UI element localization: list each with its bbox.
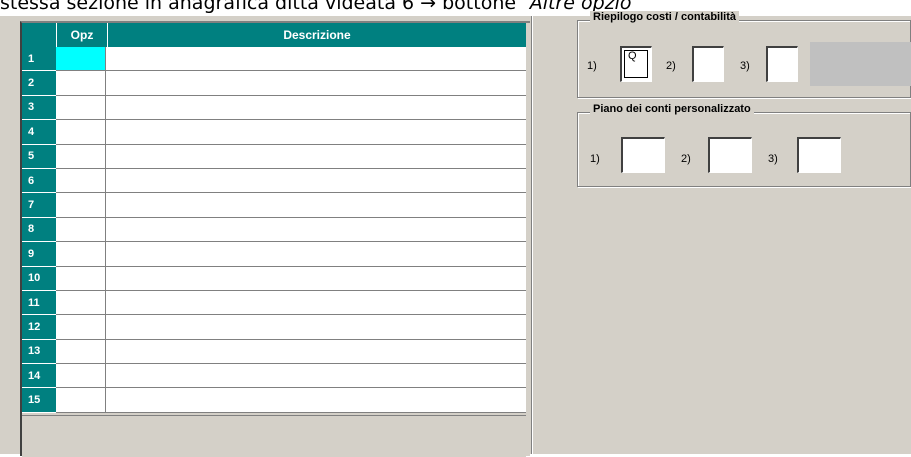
cell-descrizione[interactable] xyxy=(106,47,526,72)
options-grid: Opz Descrizione 1 2 3 4 5 6 7 8 9 10 11 12 13 14 15 xyxy=(20,21,530,457)
grid-right-edge xyxy=(526,23,530,456)
table-row[interactable]: 2 xyxy=(22,71,526,96)
row-number[interactable]: 6 xyxy=(22,168,56,194)
cell-opz[interactable] xyxy=(56,290,106,316)
cell-descrizione[interactable] xyxy=(106,290,526,316)
row-number[interactable]: 2 xyxy=(22,71,56,96)
row-number[interactable]: 1 xyxy=(22,47,56,72)
grid-corner-cell xyxy=(22,23,57,47)
table-row[interactable]: 10 xyxy=(22,266,526,291)
riepilogo-field-2[interactable] xyxy=(692,46,724,82)
table-row[interactable]: 9 xyxy=(22,242,526,267)
riepilogo-field-1[interactable]: Q xyxy=(620,46,652,82)
cell-opz[interactable] xyxy=(56,120,106,145)
column-header-opz[interactable]: Opz xyxy=(57,23,108,47)
riepilogo-label-3: 3) xyxy=(740,60,750,72)
grid-footer-area xyxy=(22,415,526,457)
doc-text-mid: bottone xyxy=(436,0,523,14)
piano-label-2: 2) xyxy=(681,153,691,165)
piano-field-3[interactable] xyxy=(797,137,841,173)
table-row[interactable]: 6 xyxy=(22,168,526,194)
table-row[interactable]: 1 xyxy=(22,47,526,72)
row-number[interactable]: 8 xyxy=(22,217,56,243)
cell-opz[interactable] xyxy=(56,168,106,194)
riepilogo-field-3[interactable] xyxy=(766,46,798,82)
cell-opz[interactable] xyxy=(56,339,106,365)
cell-opz[interactable] xyxy=(56,388,106,413)
cell-descrizione[interactable] xyxy=(106,217,526,243)
table-row[interactable]: 3 xyxy=(22,95,526,121)
row-number[interactable]: 7 xyxy=(22,193,56,218)
doc-text-start: stessa sezione in anagrafica ditta videa… xyxy=(0,0,421,14)
cell-descrizione[interactable] xyxy=(106,315,526,340)
cell-opz[interactable] xyxy=(56,217,106,243)
riepilogo-label-2: 2) xyxy=(666,60,676,72)
cell-descrizione[interactable] xyxy=(106,144,526,169)
cell-descrizione[interactable] xyxy=(106,339,526,365)
table-row[interactable]: 8 xyxy=(22,217,526,243)
cell-opz[interactable] xyxy=(56,364,106,389)
cell-opz[interactable] xyxy=(56,47,106,72)
table-row[interactable]: 11 xyxy=(22,290,526,316)
cell-descrizione[interactable] xyxy=(106,242,526,267)
row-number[interactable]: 15 xyxy=(22,388,56,413)
row-number[interactable]: 9 xyxy=(22,242,56,267)
cell-opz[interactable] xyxy=(56,144,106,169)
cell-descrizione[interactable] xyxy=(106,266,526,291)
row-number[interactable]: 10 xyxy=(22,266,56,291)
row-number[interactable]: 11 xyxy=(22,290,56,316)
cell-descrizione[interactable] xyxy=(106,193,526,218)
riepilogo-grey-panel xyxy=(810,42,911,86)
cell-opz[interactable] xyxy=(56,71,106,96)
row-number[interactable]: 13 xyxy=(22,339,56,365)
options-window: Opz Descrizione 1 2 3 4 5 6 7 8 9 10 11 12 13 14 15 Ri… xyxy=(0,11,911,457)
cell-descrizione[interactable] xyxy=(106,95,526,121)
cell-opz[interactable] xyxy=(56,95,106,121)
table-row[interactable]: 15 xyxy=(22,388,526,413)
column-header-descrizione[interactable]: Descrizione xyxy=(108,23,526,47)
cell-descrizione[interactable] xyxy=(106,388,526,413)
grid-body: 1 2 3 4 5 6 7 8 9 10 11 12 13 14 15 xyxy=(22,47,526,413)
cell-descrizione[interactable] xyxy=(106,120,526,145)
grid-header: Opz Descrizione xyxy=(22,23,526,47)
piano-group-title: Piano dei conti personalizzato xyxy=(590,103,754,115)
riepilogo-group-title: Riepilogo costi / contabilità xyxy=(590,11,740,23)
row-number[interactable]: 3 xyxy=(22,95,56,121)
cell-opz[interactable] xyxy=(56,266,106,291)
table-row[interactable]: 7 xyxy=(22,193,526,218)
table-row[interactable]: 14 xyxy=(22,364,526,389)
riepilogo-label-1: 1) xyxy=(587,60,597,72)
panel-separator xyxy=(531,16,533,454)
cell-descrizione[interactable] xyxy=(106,71,526,96)
cell-descrizione[interactable] xyxy=(106,168,526,194)
arrow-icon: → xyxy=(420,0,437,14)
piano-label-3: 3) xyxy=(768,153,778,165)
cell-opz[interactable] xyxy=(56,242,106,267)
cell-opz[interactable] xyxy=(56,193,106,218)
row-number[interactable]: 12 xyxy=(22,315,56,340)
document-text-line: stessa sezione in anagrafica ditta videa… xyxy=(0,0,632,14)
piano-label-1: 1) xyxy=(590,153,600,165)
row-number[interactable]: 4 xyxy=(22,120,56,145)
row-number[interactable]: 14 xyxy=(22,364,56,389)
cell-descrizione[interactable] xyxy=(106,364,526,389)
table-row[interactable]: 4 xyxy=(22,120,526,145)
row-number[interactable]: 5 xyxy=(22,144,56,169)
table-row[interactable]: 5 xyxy=(22,144,526,169)
table-row[interactable]: 12 xyxy=(22,315,526,340)
piano-field-1[interactable] xyxy=(621,137,665,173)
table-row[interactable]: 13 xyxy=(22,339,526,365)
cell-opz[interactable] xyxy=(56,315,106,340)
piano-field-2[interactable] xyxy=(708,137,752,173)
